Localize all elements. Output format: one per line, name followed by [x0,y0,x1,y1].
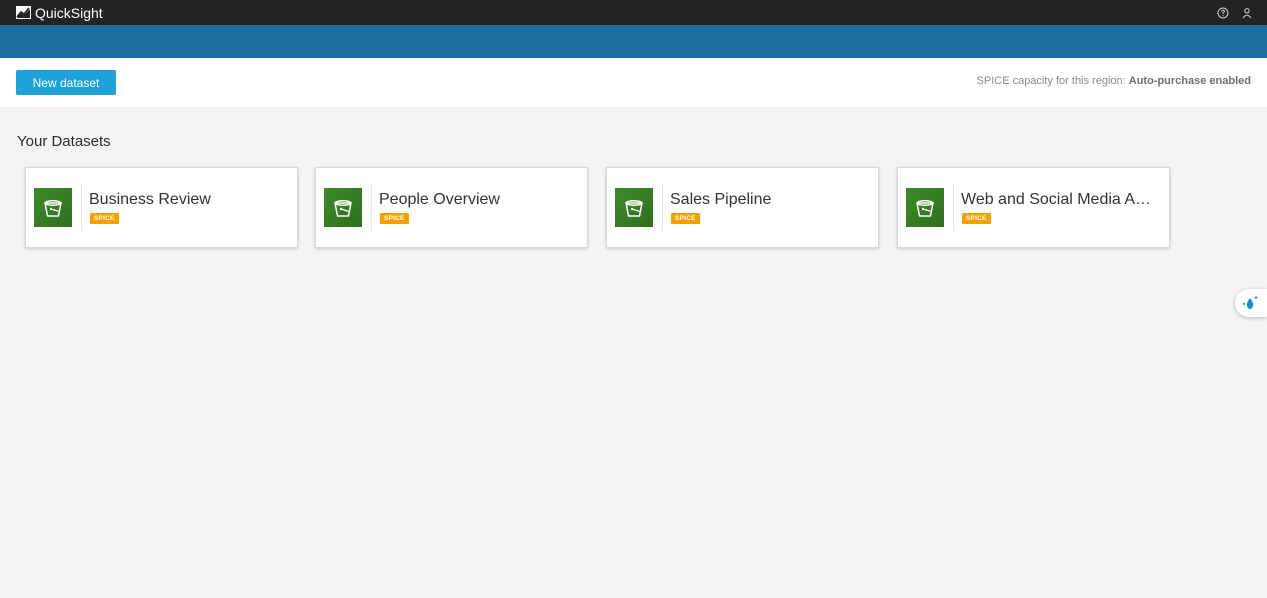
dataset-card[interactable]: Business Review SPICE [25,167,298,248]
app-name: QuickSight [35,4,103,21]
app-brand[interactable]: QuickSight [16,5,103,21]
dataset-name: Sales Pipeline [670,191,772,208]
new-dataset-button[interactable]: New dataset [16,70,116,95]
card-divider [662,184,663,231]
dataset-name: Business Review [89,191,211,208]
card-divider [81,184,82,231]
spice-badge: SPICE [380,213,409,224]
card-divider [371,184,372,231]
dataset-card[interactable]: People Overview SPICE [315,167,588,248]
section-title: Your Datasets [17,133,111,150]
dataset-card[interactable]: Sales Pipeline SPICE [606,167,879,248]
help-icon[interactable] [1217,7,1229,19]
capacity-value: Auto-purchase enabled [1128,75,1251,87]
spice-badge: SPICE [90,213,119,224]
s3-bucket-icon [34,188,72,227]
spice-capacity-status: SPICE capacity for this region: Auto-pur… [977,75,1251,87]
quicksight-logo-icon [16,6,31,19]
spice-badge: SPICE [962,213,991,224]
dataset-card[interactable]: Web and Social Media A… SPICE [897,167,1170,248]
assistant-sparkle-icon [1243,295,1259,309]
s3-bucket-icon [324,188,362,227]
spice-badge: SPICE [671,213,700,224]
action-bar: New dataset SPICE capacity for this regi… [0,58,1267,107]
card-divider [953,184,954,231]
dataset-name: Web and Social Media A… [961,191,1152,208]
context-header-bar [0,25,1267,58]
assistant-button[interactable] [1235,289,1267,317]
s3-bucket-icon [906,188,944,227]
capacity-label: SPICE capacity for this region: [976,75,1129,87]
dataset-name: People Overview [379,191,500,208]
top-navigation-bar: QuickSight [0,0,1267,25]
s3-bucket-icon [615,188,653,227]
user-icon[interactable] [1241,7,1253,19]
